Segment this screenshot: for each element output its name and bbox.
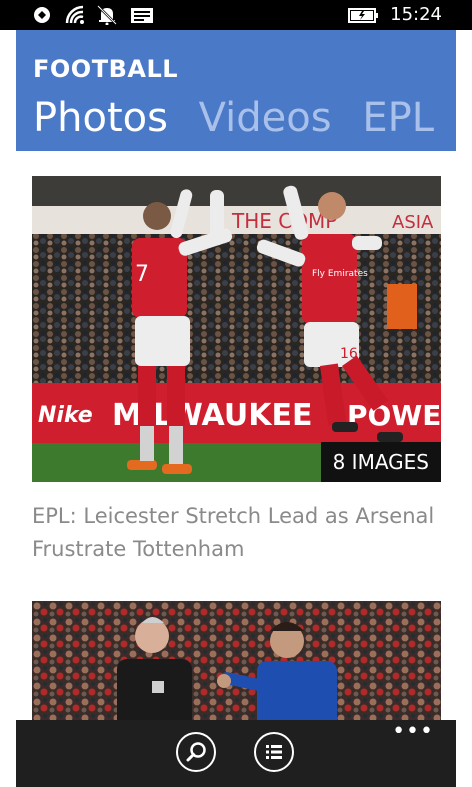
list-icon (266, 745, 282, 759)
tab-videos[interactable]: Videos (199, 95, 332, 141)
status-time: 15:24 (390, 4, 442, 25)
upper-board-right-text: ASIA (392, 212, 434, 233)
list-button[interactable] (254, 732, 294, 772)
wifi-icon (65, 5, 84, 24)
battery-icon (348, 8, 379, 23)
shirt-number-left: 7 (135, 262, 149, 287)
tab-epl[interactable]: EPL (362, 95, 434, 141)
board-power-text: POWER (347, 399, 441, 432)
image-count-badge: 8 IMAGES (320, 442, 441, 482)
pivot-tabs: Photos Videos EPL CL (33, 94, 456, 142)
status-icons-right: 15:24 (348, 3, 442, 27)
quiet-hours-icon (97, 5, 117, 25)
app-header: FOOTBALL Photos Videos EPL CL (16, 30, 456, 151)
search-icon (186, 742, 206, 762)
app-title: FOOTBALL (33, 55, 179, 83)
status-icons-left (32, 5, 154, 25)
shirt-sponsor: Fly Emirates (312, 269, 368, 279)
app-bar: ••• (16, 720, 456, 787)
app-content: FOOTBALL Photos Videos EPL CL (16, 30, 456, 720)
article-photo[interactable] (32, 601, 441, 720)
message-icon (131, 8, 153, 23)
football-photo: THE COMP ASIA Nike MILWAUKEE POWER (32, 176, 441, 482)
screen: 15:24 FOOTBALL Photos Videos EPL CL (0, 0, 472, 787)
status-bar: 15:24 (0, 0, 472, 30)
article-title[interactable]: EPL: Leicester Stretch Lead as Arsenal F… (32, 500, 441, 566)
article-photo[interactable]: THE COMP ASIA Nike MILWAUKEE POWER (32, 176, 441, 482)
vibrate-icon (34, 7, 50, 23)
board-nike-text: Nike (38, 403, 93, 428)
tab-photos[interactable]: Photos (33, 95, 168, 141)
article-card[interactable] (32, 601, 441, 720)
article-card[interactable]: THE COMP ASIA Nike MILWAUKEE POWER (32, 176, 441, 566)
shirt-number-right: 16 (340, 346, 358, 362)
football-photo (32, 601, 441, 720)
more-options-button[interactable]: ••• (392, 721, 434, 743)
search-button[interactable] (176, 732, 216, 772)
